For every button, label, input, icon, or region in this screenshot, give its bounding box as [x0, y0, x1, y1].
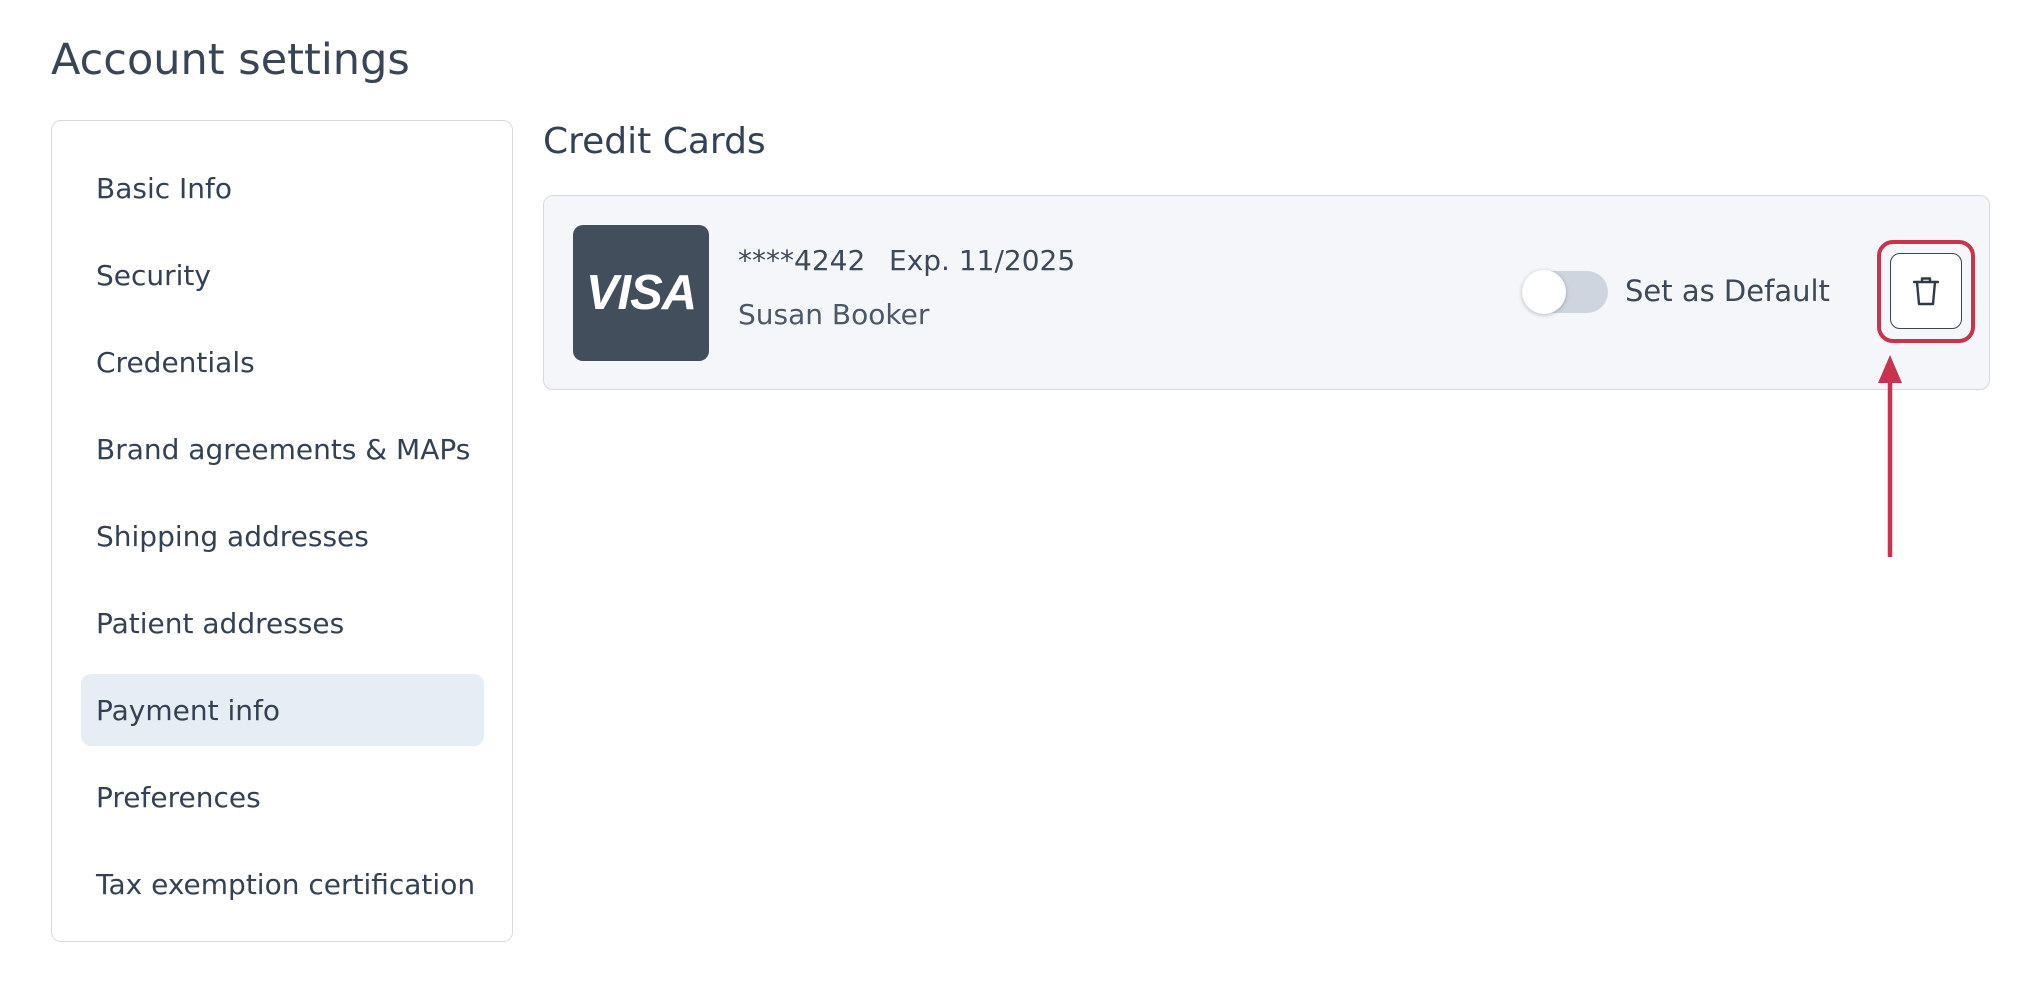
visa-logo: VISA	[573, 225, 709, 361]
sidebar-item-label: Security	[96, 258, 211, 292]
sidebar-item-tax-exemption[interactable]: Tax exemption certification	[81, 848, 484, 920]
sidebar-item-label: Preferences	[96, 780, 261, 814]
sidebar-item-basic-info[interactable]: Basic Info	[81, 152, 484, 224]
toggle-knob	[1522, 270, 1566, 314]
trash-icon	[1912, 277, 1940, 306]
sidebar-item-shipping-addresses[interactable]: Shipping addresses	[81, 500, 484, 572]
card-number: ****4242	[738, 244, 866, 277]
set-default-toggle[interactable]	[1522, 270, 1608, 314]
section-title: Credit Cards	[543, 121, 766, 162]
sidebar-item-label: Brand agreements & MAPs	[96, 432, 471, 466]
annotation-arrow	[1878, 355, 1902, 557]
sidebar-item-credentials[interactable]: Credentials	[81, 326, 484, 398]
sidebar-item-label: Shipping addresses	[96, 519, 369, 553]
sidebar-item-brand-agreements[interactable]: Brand agreements & MAPs	[81, 413, 484, 485]
card-holder-name: Susan Booker	[738, 298, 930, 331]
sidebar-item-payment-info[interactable]: Payment info	[81, 674, 484, 746]
sidebar-item-security[interactable]: Security	[81, 239, 484, 311]
page-title: Account settings	[51, 35, 410, 85]
credit-card-row: VISA ****4242 Exp. 11/2025 Susan Booker …	[543, 195, 1990, 390]
sidebar-item-label: Tax exemption certification	[96, 867, 476, 901]
sidebar-item-patient-addresses[interactable]: Patient addresses	[81, 587, 484, 659]
sidebar-item-preferences[interactable]: Preferences	[81, 761, 484, 833]
settings-sidebar: Basic Info Security Credentials Brand ag…	[51, 120, 513, 942]
sidebar-item-label: Patient addresses	[96, 606, 345, 640]
sidebar-item-label: Payment info	[96, 693, 280, 727]
account-settings-page: Account settings Basic Info Security Cre…	[0, 0, 2034, 990]
card-expiry: Exp. 11/2025	[889, 244, 1076, 277]
sidebar-item-label: Basic Info	[96, 171, 233, 205]
sidebar-item-label: Credentials	[96, 345, 255, 379]
set-default-label: Set as Default	[1625, 274, 1830, 308]
delete-card-button[interactable]	[1890, 253, 1962, 329]
